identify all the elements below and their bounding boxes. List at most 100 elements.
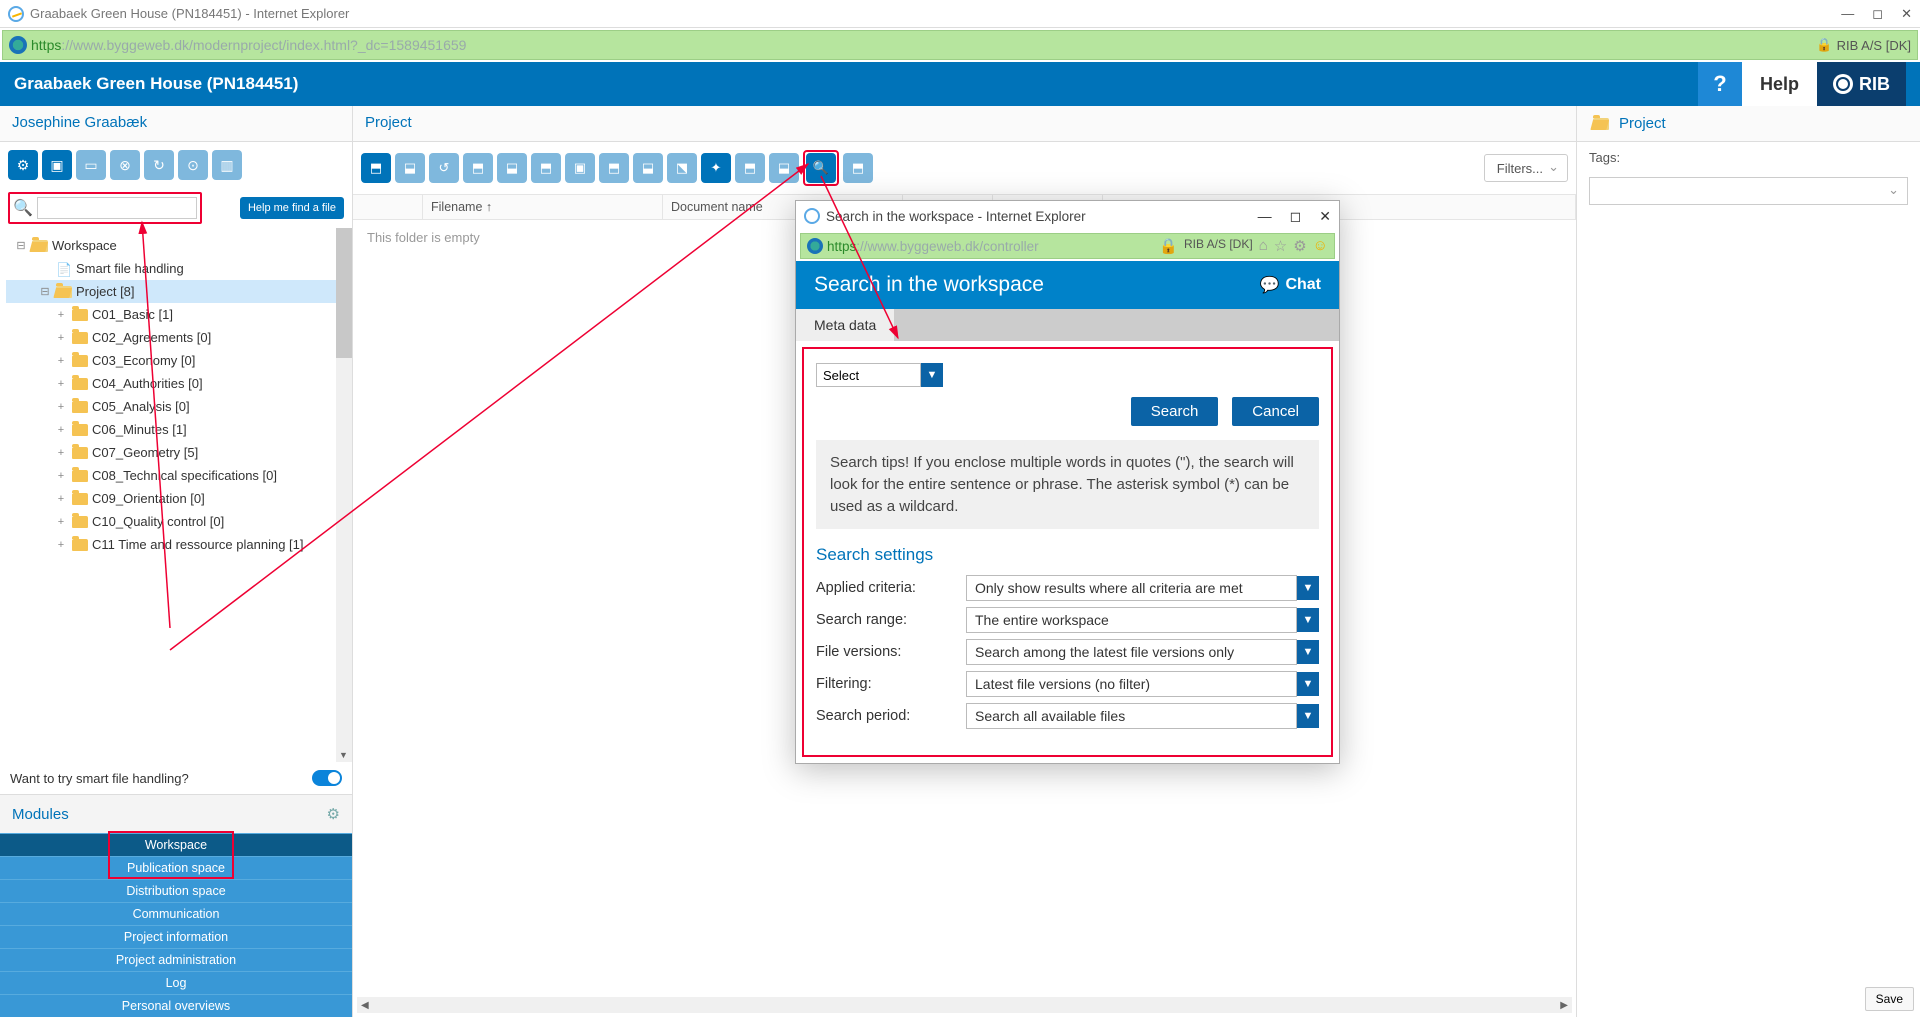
popup-heading: Search in the workspace xyxy=(814,273,1044,297)
maximize-icon[interactable]: ◻ xyxy=(1872,6,1883,22)
minimize-icon[interactable]: — xyxy=(1841,6,1854,22)
mid-btn-5[interactable]: ⬓ xyxy=(497,153,527,183)
ssl-indicator: 🔒 RIB A/S [DK] xyxy=(1816,37,1911,53)
tool-folder3-icon[interactable]: ⊗ xyxy=(110,150,140,180)
tree-scrollbar[interactable] xyxy=(336,228,352,762)
modules-gear-icon[interactable]: ⚙ xyxy=(327,805,340,823)
filters-button[interactable]: Filters... xyxy=(1484,154,1568,182)
settings-select[interactable]: Only show results where all criteria are… xyxy=(966,575,1297,601)
tree-item[interactable]: +C04_Authorities [0] xyxy=(6,372,350,395)
help-find-button[interactable]: Help me find a file xyxy=(240,197,344,219)
ie-logo-icon xyxy=(8,6,24,22)
tree-item[interactable]: +C09_Orientation [0] xyxy=(6,487,350,510)
popup-titlebar: Search in the workspace - Internet Explo… xyxy=(796,201,1339,231)
chevron-down-icon[interactable]: ▼ xyxy=(1297,704,1319,728)
mid-btn-13[interactable]: ⬓ xyxy=(769,153,799,183)
mid-btn-15[interactable]: ⬒ xyxy=(843,153,873,183)
rib-brand[interactable]: RIB xyxy=(1817,62,1906,106)
tree-item[interactable]: +C03_Economy [0] xyxy=(6,349,350,372)
tree-item[interactable]: +C10_Quality control [0] xyxy=(6,510,350,533)
url-host: ://www.byggeweb.dk xyxy=(61,37,189,53)
home-icon[interactable]: ⌂ xyxy=(1259,237,1268,255)
settings-select[interactable]: Search all available files xyxy=(966,703,1297,729)
mid-btn-11[interactable]: ✦ xyxy=(701,153,731,183)
module-project-information[interactable]: Project information xyxy=(0,925,352,948)
mid-btn-7[interactable]: ▣ xyxy=(565,153,595,183)
chevron-down-icon[interactable]: ▼ xyxy=(1297,672,1319,696)
tree-item[interactable]: +C01_Basic [1] xyxy=(6,303,350,326)
tags-label: Tags: xyxy=(1577,142,1920,173)
tool-folder-icon[interactable]: ▣ xyxy=(42,150,72,180)
settings-select[interactable]: Latest file versions (no filter) xyxy=(966,671,1297,697)
popup-url-bar: https ://www.byggeweb.dk /controller 🔒 R… xyxy=(800,233,1335,259)
url-path: /modernproject/index.html?_dc=1589451659 xyxy=(189,37,466,53)
tree-item[interactable]: ⊟Workspace xyxy=(6,234,350,257)
search-popup: Search in the workspace - Internet Explo… xyxy=(795,200,1340,764)
help-button[interactable]: Help xyxy=(1742,62,1817,106)
close-icon[interactable]: ✕ xyxy=(1901,6,1912,22)
metadata-dropdown-icon[interactable]: ▼ xyxy=(921,363,943,387)
tree-item[interactable]: +C11 Time and ressource planning [1] xyxy=(6,533,350,556)
chevron-down-icon[interactable]: ▼ xyxy=(1297,576,1319,600)
mid-btn-3[interactable]: ↺ xyxy=(429,153,459,183)
mid-btn-4[interactable]: ⬒ xyxy=(463,153,493,183)
folder-tree[interactable]: ⊟Workspace📄Smart file handling⊟Project [… xyxy=(0,228,352,762)
mid-btn-9[interactable]: ⬓ xyxy=(633,153,663,183)
settings-label: Search period: xyxy=(816,708,966,724)
popup-maximize-icon[interactable]: ◻ xyxy=(1290,208,1302,225)
settings-label: File versions: xyxy=(816,644,966,660)
mid-btn-6[interactable]: ⬒ xyxy=(531,153,561,183)
module-project-administration[interactable]: Project administration xyxy=(0,948,352,971)
tree-item[interactable]: +C02_Agreements [0] xyxy=(6,326,350,349)
module-distribution-space[interactable]: Distribution space xyxy=(0,879,352,902)
settings-label: Filtering: xyxy=(816,676,966,692)
tree-item[interactable]: 📄Smart file handling xyxy=(6,257,350,280)
mid-btn-12[interactable]: ⬒ xyxy=(735,153,765,183)
mid-btn-1[interactable]: ⬒ xyxy=(361,153,391,183)
tool-folder2-icon[interactable]: ▭ xyxy=(76,150,106,180)
tool-folder5-icon[interactable]: ⊙ xyxy=(178,150,208,180)
search-tool-highlight: 🔍 xyxy=(803,150,839,186)
horizontal-scrollbar[interactable]: ◀▶ xyxy=(357,997,1572,1013)
tree-item[interactable]: +C07_Geometry [5] xyxy=(6,441,350,464)
tree-item[interactable]: ⊟Project [8] xyxy=(6,280,350,303)
module-log[interactable]: Log xyxy=(0,971,352,994)
popup-close-icon[interactable]: ✕ xyxy=(1319,208,1331,225)
mid-btn-8[interactable]: ⬒ xyxy=(599,153,629,183)
settings-select[interactable]: Search among the latest file versions on… xyxy=(966,639,1297,665)
smart-toggle[interactable] xyxy=(312,770,342,786)
save-button[interactable]: Save xyxy=(1865,987,1914,1011)
tags-select[interactable] xyxy=(1589,177,1908,205)
module-publication-space[interactable]: Publication space xyxy=(0,856,352,879)
tool-gear-icon[interactable]: ⚙ xyxy=(8,150,38,180)
mid-btn-10[interactable]: ⬔ xyxy=(667,153,697,183)
tree-item[interactable]: +C05_Analysis [0] xyxy=(6,395,350,418)
tree-item[interactable]: +C08_Technical specifications [0] xyxy=(6,464,350,487)
tab-metadata[interactable]: Meta data xyxy=(796,309,895,341)
gear-icon[interactable]: ⚙ xyxy=(1293,237,1306,255)
mid-btn-search[interactable]: 🔍 xyxy=(806,153,836,183)
col-filename[interactable]: Filename ↑ xyxy=(423,195,663,219)
chevron-down-icon[interactable]: ▼ xyxy=(1297,608,1319,632)
cancel-button[interactable]: Cancel xyxy=(1232,397,1319,426)
tool-folder4-icon[interactable]: ↻ xyxy=(144,150,174,180)
module-workspace[interactable]: Workspace xyxy=(0,833,352,856)
module-personal-overviews[interactable]: Personal overviews xyxy=(0,994,352,1017)
search-button[interactable]: Search xyxy=(1131,397,1219,426)
metadata-select[interactable] xyxy=(816,363,921,387)
lock-icon: 🔒 xyxy=(1816,37,1832,53)
mid-btn-2[interactable]: ⬓ xyxy=(395,153,425,183)
popup-minimize-icon[interactable]: — xyxy=(1258,208,1272,225)
settings-select[interactable]: The entire workspace xyxy=(966,607,1297,633)
tree-item[interactable]: +C06_Minutes [1] xyxy=(6,418,350,441)
chat-button[interactable]: 💬 Chat xyxy=(1260,275,1321,295)
tool-folder6-icon[interactable]: ▥ xyxy=(212,150,242,180)
search-input[interactable] xyxy=(37,197,197,219)
chevron-down-icon[interactable]: ▼ xyxy=(1297,640,1319,664)
star-icon[interactable]: ☆ xyxy=(1274,237,1287,255)
help-icon[interactable]: ? xyxy=(1698,62,1742,106)
folder-icon xyxy=(1593,118,1609,130)
mid-title: Project xyxy=(353,106,1576,142)
smiley-icon[interactable]: ☺ xyxy=(1313,237,1328,255)
module-communication[interactable]: Communication xyxy=(0,902,352,925)
